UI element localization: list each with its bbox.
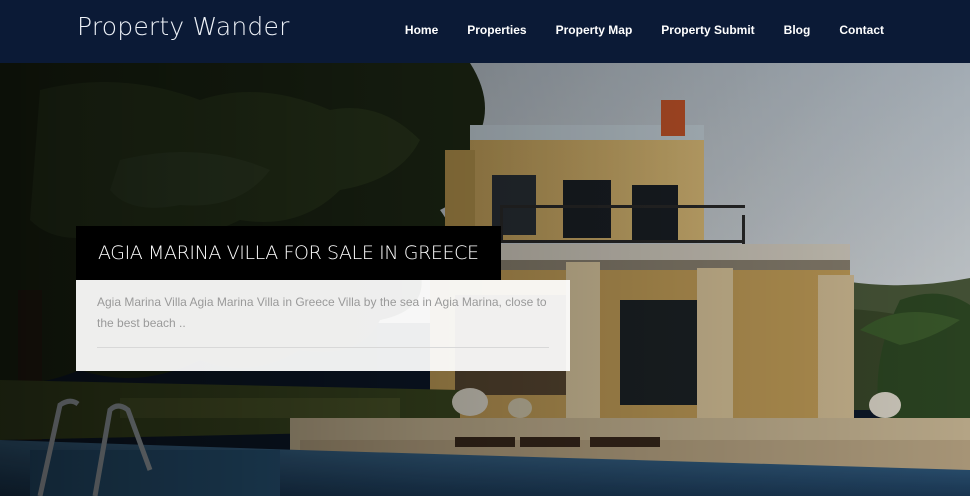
nav-properties[interactable]: Properties — [467, 23, 526, 37]
slide-title-box[interactable]: AGIA MARINA VILLA FOR SALE IN GREECE — [76, 226, 501, 280]
nav-property-submit[interactable]: Property Submit — [661, 23, 754, 37]
excerpt-divider — [97, 347, 549, 348]
nav-home[interactable]: Home — [405, 23, 438, 37]
slide-excerpt: Agia Marina Villa Agia Marina Villa in G… — [97, 295, 547, 330]
nav-contact[interactable]: Contact — [839, 23, 884, 37]
nav-property-map[interactable]: Property Map — [556, 23, 633, 37]
nav-blog[interactable]: Blog — [784, 23, 811, 37]
slide-title[interactable]: AGIA MARINA VILLA FOR SALE IN GREECE — [98, 242, 479, 264]
site-header: Property Wander Home Properties Property… — [0, 0, 970, 63]
site-logo[interactable]: Property Wander — [77, 12, 290, 41]
slide-excerpt-box: Agia Marina Villa Agia Marina Villa in G… — [76, 280, 570, 371]
main-navigation: Home Properties Property Map Property Su… — [405, 23, 884, 37]
